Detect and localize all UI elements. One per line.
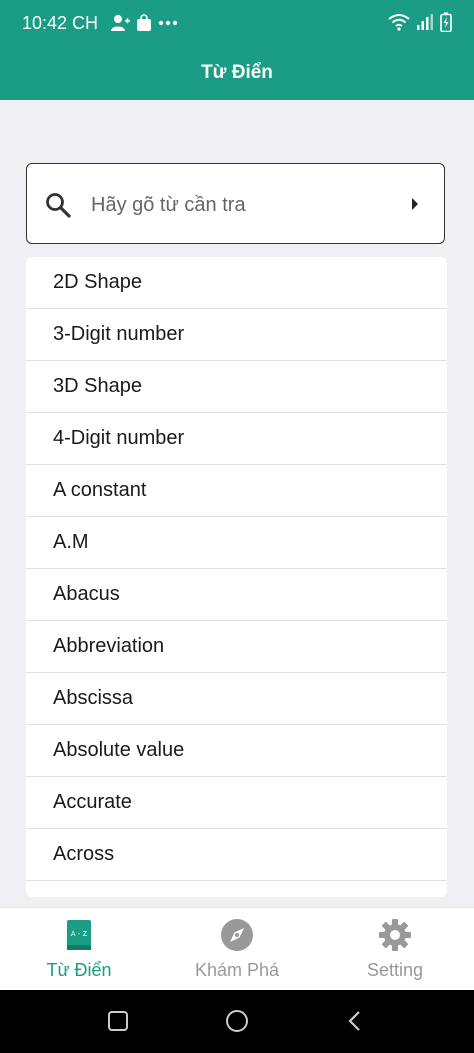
list-item[interactable]: Across	[26, 829, 447, 881]
home-icon[interactable]	[225, 1009, 249, 1033]
submit-arrow-icon[interactable]	[410, 197, 420, 216]
back-icon[interactable]	[346, 1010, 362, 1032]
app-bar: Từ Điển	[0, 48, 474, 100]
search-icon	[45, 192, 71, 223]
tab-dictionary[interactable]: A - Z Từ Điển	[0, 908, 158, 991]
signal-icon	[417, 14, 433, 30]
dictionary-book-icon: A - Z	[62, 918, 96, 952]
list-item[interactable]: Abscissa	[26, 673, 447, 725]
status-bar: 10:42 CH	[0, 0, 474, 48]
shopping-bag-icon	[137, 14, 151, 31]
battery-charging-icon	[440, 12, 452, 32]
tab-label: Từ Điển	[46, 960, 112, 980]
status-notification-icons	[110, 14, 178, 32]
recents-icon[interactable]	[107, 1010, 129, 1032]
list-item[interactable]: 2D Shape	[26, 257, 447, 309]
list-item[interactable]: Abacus	[26, 569, 447, 621]
tab-setting[interactable]: Setting	[316, 908, 474, 991]
compass-icon	[220, 918, 254, 952]
page-title: Từ Điển	[201, 62, 273, 83]
list-item[interactable]: 4-Digit number	[26, 413, 447, 465]
word-list[interactable]: 2D Shape 3-Digit number 3D Shape 4-Digit…	[26, 257, 447, 897]
list-item[interactable]: Abbreviation	[26, 621, 447, 673]
status-system-icons	[388, 12, 452, 32]
person-add-icon	[111, 15, 130, 31]
tab-explore[interactable]: Khám Phá	[158, 908, 316, 991]
svg-text:A - Z: A - Z	[71, 930, 88, 938]
list-item[interactable]: 3-Digit number	[26, 309, 447, 361]
search-box[interactable]	[26, 163, 445, 244]
gear-icon	[378, 918, 412, 952]
list-item[interactable]: Accurate	[26, 777, 447, 829]
list-item[interactable]: A.M	[26, 517, 447, 569]
bottom-navigation: A - Z Từ Điển Khám Phá Setting	[0, 907, 474, 991]
list-item[interactable]: A constant	[26, 465, 447, 517]
tab-label: Khám Phá	[194, 960, 280, 980]
list-item[interactable]: 3D Shape	[26, 361, 447, 413]
tab-label: Setting	[366, 960, 424, 980]
list-item[interactable]: Absolute value	[26, 725, 447, 777]
more-dots-icon	[158, 20, 178, 26]
status-time: 10:42 CH	[22, 13, 99, 33]
list-item[interactable]: Acute angle	[26, 881, 447, 897]
search-input[interactable]	[89, 186, 393, 224]
wifi-icon	[388, 14, 410, 31]
system-navigation-bar	[0, 990, 474, 1053]
